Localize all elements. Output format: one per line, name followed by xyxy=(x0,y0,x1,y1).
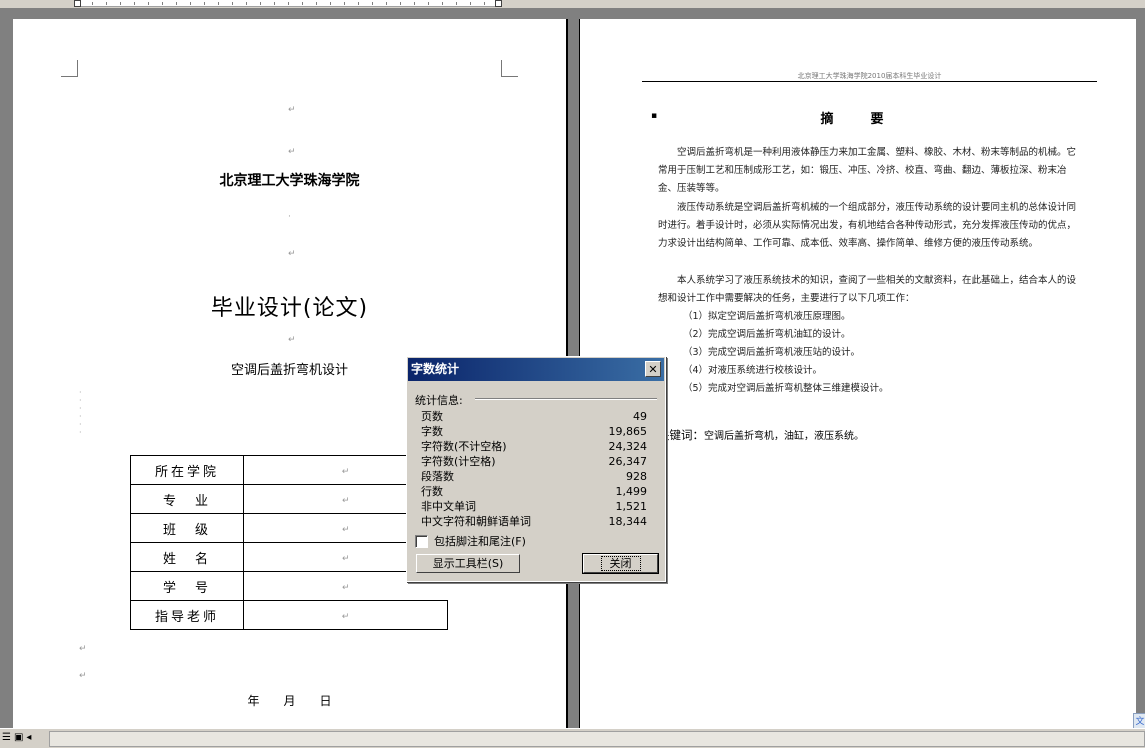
stat-row: 字符数(计空格) 26,347 xyxy=(421,454,647,469)
stat-row: 页数 49 xyxy=(421,409,647,424)
include-footnotes-checkbox[interactable] xyxy=(415,534,428,548)
stat-row: 非中文单词 1,521 xyxy=(421,499,647,514)
stat-row: 行数 1,499 xyxy=(421,484,647,499)
status-bar: ☰▣◂ xyxy=(0,728,1145,748)
close-button-label: 关闭 xyxy=(600,556,641,571)
right-indent-marker[interactable] xyxy=(495,0,502,7)
stat-value: 24,324 xyxy=(608,440,648,453)
stat-label: 段落数 xyxy=(421,470,454,483)
abstract-paragraph: 液压传动系统是空调后盖折弯机械的一个组成部分，液压传动系统的设计要同主机的总体设… xyxy=(658,202,1077,250)
stat-label: 字符数(计空格) xyxy=(421,455,496,468)
work-item: （2）完成空调后盖折弯机油缸的设计。 xyxy=(683,329,851,340)
paragraph-mark: · xyxy=(288,212,291,222)
stat-value: 928 xyxy=(626,470,647,483)
stat-row: 中文字符和朝鲜语单词 18,344 xyxy=(421,514,647,529)
paragraph-mark: ↵ xyxy=(341,582,350,593)
info-value-cell[interactable]: ↵ xyxy=(243,600,448,630)
keywords-value: 空调后盖折弯机，油缸，液压系统。 xyxy=(704,431,864,442)
paragraph-mark: ↵ xyxy=(341,611,350,622)
school-name: 北京理工大学珠海学院 xyxy=(219,173,360,189)
crop-mark-top-right xyxy=(501,60,518,77)
info-label: 班 级 xyxy=(130,513,244,543)
page-header: 北京理工大学珠海学院2010届本科生毕业设计 xyxy=(797,72,942,80)
stat-value: 1,521 xyxy=(615,500,648,513)
info-row: 所在学院 ↵ xyxy=(130,455,448,485)
dialog-title-bar[interactable]: 字数统计 ✕ xyxy=(408,358,664,381)
stats-divider xyxy=(475,398,657,400)
abstract-paragraph: 空调后盖折弯机是一种利用液体静压力来加工金属、塑料、橡胶、木材、粉末等制品的机械… xyxy=(658,147,1077,195)
stats-section-label: 统计信息: xyxy=(415,394,463,407)
close-button[interactable]: 关闭 xyxy=(582,553,659,574)
close-icon[interactable]: ✕ xyxy=(645,361,661,377)
horizontal-ruler[interactable] xyxy=(0,0,1145,9)
info-label: 指导老师 xyxy=(130,600,244,630)
paragraph-mark: ↵ xyxy=(79,671,87,681)
paragraph-mark: · · · · · · xyxy=(79,388,82,437)
paragraph-mark: ↵ xyxy=(79,644,87,654)
stat-value: 26,347 xyxy=(608,455,648,468)
paragraph-mark: ↵ xyxy=(341,495,350,506)
paragraph-mark: ↵ xyxy=(341,466,350,477)
stat-value: 49 xyxy=(633,410,647,423)
stat-value: 18,344 xyxy=(608,515,648,528)
left-indent-marker[interactable] xyxy=(74,0,81,7)
info-row: 专 业 ↵ xyxy=(130,484,448,514)
stats-list: 页数 49 字数 19,865 字符数(不计空格) 24,324 字符数(计空格) 26,34… xyxy=(421,409,647,529)
info-label: 专 业 xyxy=(130,484,244,514)
info-row: 姓 名 ↵ xyxy=(130,542,448,572)
stat-label: 字符数(不计空格) xyxy=(421,440,507,453)
stat-row: 段落数 928 xyxy=(421,469,647,484)
stat-row: 字符数(不计空格) 24,324 xyxy=(421,439,647,454)
paragraph-mark: ↵ xyxy=(288,249,296,259)
date-line: 年 月 日 xyxy=(247,694,332,708)
crop-mark-top-left xyxy=(61,60,78,77)
include-footnotes-option[interactable]: 包括脚注和尾注(F) xyxy=(415,533,526,549)
stat-label: 行数 xyxy=(421,485,443,498)
info-row: 学 号 ↵ xyxy=(130,571,448,601)
horizontal-scrollbar[interactable] xyxy=(49,731,1145,747)
work-item: （1）拟定空调后盖折弯机液压原理图。 xyxy=(683,311,851,322)
paragraph-mark: ↵ xyxy=(341,553,350,564)
view-buttons[interactable]: ☰▣◂ xyxy=(2,732,34,743)
header-rule xyxy=(642,81,1097,82)
work-item: （3）完成空调后盖折弯机液压站的设计。 xyxy=(683,347,861,358)
info-label: 姓 名 xyxy=(130,542,244,572)
show-toolbar-button[interactable]: 显示工具栏(S) xyxy=(416,554,520,573)
info-row: 班 级 ↵ xyxy=(130,513,448,543)
stat-value: 1,499 xyxy=(615,485,648,498)
stat-value: 19,865 xyxy=(608,425,648,438)
stat-label: 字数 xyxy=(421,425,443,438)
info-label: 所在学院 xyxy=(130,455,244,485)
stat-label: 中文字符和朝鲜语单词 xyxy=(421,515,531,528)
include-footnotes-label: 包括脚注和尾注(F) xyxy=(434,535,526,548)
work-item: （5）完成对空调后盖折弯机整体三维建模设计。 xyxy=(683,383,889,394)
work-item: （4）对液压系统进行校核设计。 xyxy=(683,365,823,376)
ruler-ticks xyxy=(78,2,498,5)
word-count-dialog: 字数统计 ✕ 统计信息: 页数 49 字数 19,865 字符数(不计空格) 24,324… xyxy=(406,356,666,582)
student-info-table: 所在学院 ↵ 专 业 ↵ 班 级 ↵ 姓 名 ↵ 学 号 ↵ 指导老师 ↵ xyxy=(130,455,448,630)
info-label: 学 号 xyxy=(130,571,244,601)
paragraph-mark: ↵ xyxy=(341,524,350,535)
stat-label: 页数 xyxy=(421,410,443,423)
abstract-title: 摘 要 xyxy=(820,112,896,127)
paragraph-mark: ↵ xyxy=(288,105,296,115)
dialog-title: 字数统计 xyxy=(411,362,460,376)
abstract-paragraph: 本人系统学习了液压系统技术的知识，查阅了一些相关的文献资料，在此基础上，结合本人… xyxy=(658,275,1077,305)
stat-row: 字数 19,865 xyxy=(421,424,647,439)
keywords-line: 关键词：空调后盖折弯机，油缸，液压系统。 xyxy=(658,427,864,443)
thesis-title: 毕业设计(论文) xyxy=(210,296,369,321)
stat-label: 非中文单词 xyxy=(421,500,476,513)
paragraph-mark: ↵ xyxy=(288,335,296,345)
info-row: 指导老师 ↵ xyxy=(130,600,448,630)
paragraph-mark: ↵ xyxy=(288,147,296,157)
